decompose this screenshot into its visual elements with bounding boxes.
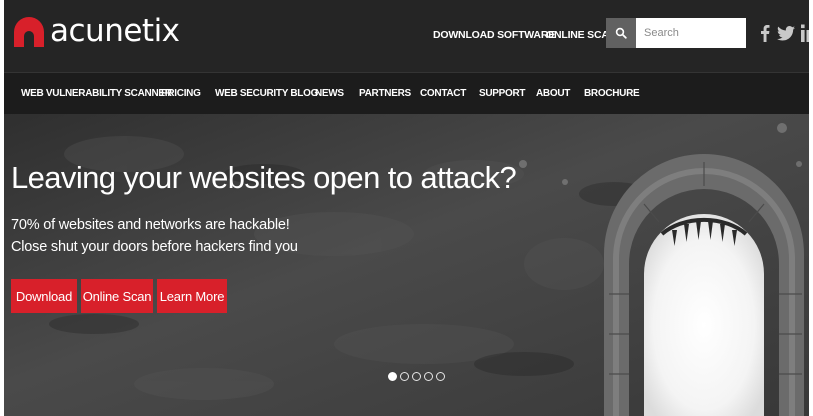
download-button[interactable]: Download [11, 279, 77, 313]
nav-item-partners[interactable]: PARTNERS [359, 88, 411, 99]
main-nav: WEB VULNERABILITY SCANNER PRICING WEB SE… [4, 72, 809, 114]
online-scan-button[interactable]: Online Scan [81, 279, 153, 313]
nav-item-contact[interactable]: CONTACT [420, 88, 466, 99]
search-input[interactable] [636, 18, 746, 48]
slide-dot[interactable] [424, 372, 433, 381]
linkedin-icon [801, 24, 809, 42]
slide-dot[interactable] [412, 372, 421, 381]
slide-dot[interactable] [400, 372, 409, 381]
slide-dot[interactable] [388, 372, 397, 381]
linkedin-link[interactable] [801, 20, 809, 46]
hero-subtitle-line-2: Close shut your doors before hackers fin… [11, 239, 298, 255]
nav-item-pricing[interactable]: PRICING [161, 88, 201, 99]
slide-indicator [388, 372, 445, 381]
top-bar: acunetix DOWNLOAD SOFTWARE ONLINE SCAN [4, 0, 809, 72]
search-button[interactable] [606, 18, 636, 48]
nav-item-support[interactable]: SUPPORT [479, 88, 526, 99]
nav-item-web-security-blog[interactable]: WEB SECURITY BLOG [215, 88, 318, 99]
nav-item-web-vulnerability-scanner[interactable]: WEB VULNERABILITY SCANNER [21, 88, 172, 99]
nav-item-news[interactable]: NEWS [315, 88, 344, 99]
slide-dot[interactable] [436, 372, 445, 381]
brand-name: acunetix [50, 13, 180, 49]
acunetix-logo-icon [14, 17, 44, 47]
facebook-icon [761, 25, 770, 42]
nav-item-brochure[interactable]: BROCHURE [584, 88, 640, 99]
search-icon [615, 27, 627, 39]
facebook-link[interactable] [760, 20, 770, 46]
hero-subtitle-line-1: 70% of websites and networks are hackabl… [11, 217, 290, 233]
twitter-icon [777, 25, 795, 41]
twitter-link[interactable] [777, 20, 795, 46]
download-software-link[interactable]: DOWNLOAD SOFTWARE [433, 29, 555, 41]
hero-title: Leaving your websites open to attack? [11, 160, 517, 195]
nav-item-about[interactable]: ABOUT [536, 88, 570, 99]
page: acunetix DOWNLOAD SOFTWARE ONLINE SCAN S… [4, 0, 809, 416]
logo[interactable]: acunetix [12, 14, 180, 48]
learn-more-button[interactable]: Learn More [157, 279, 227, 313]
hero-banner: Leaving your websites open to attack? 70… [4, 114, 809, 416]
